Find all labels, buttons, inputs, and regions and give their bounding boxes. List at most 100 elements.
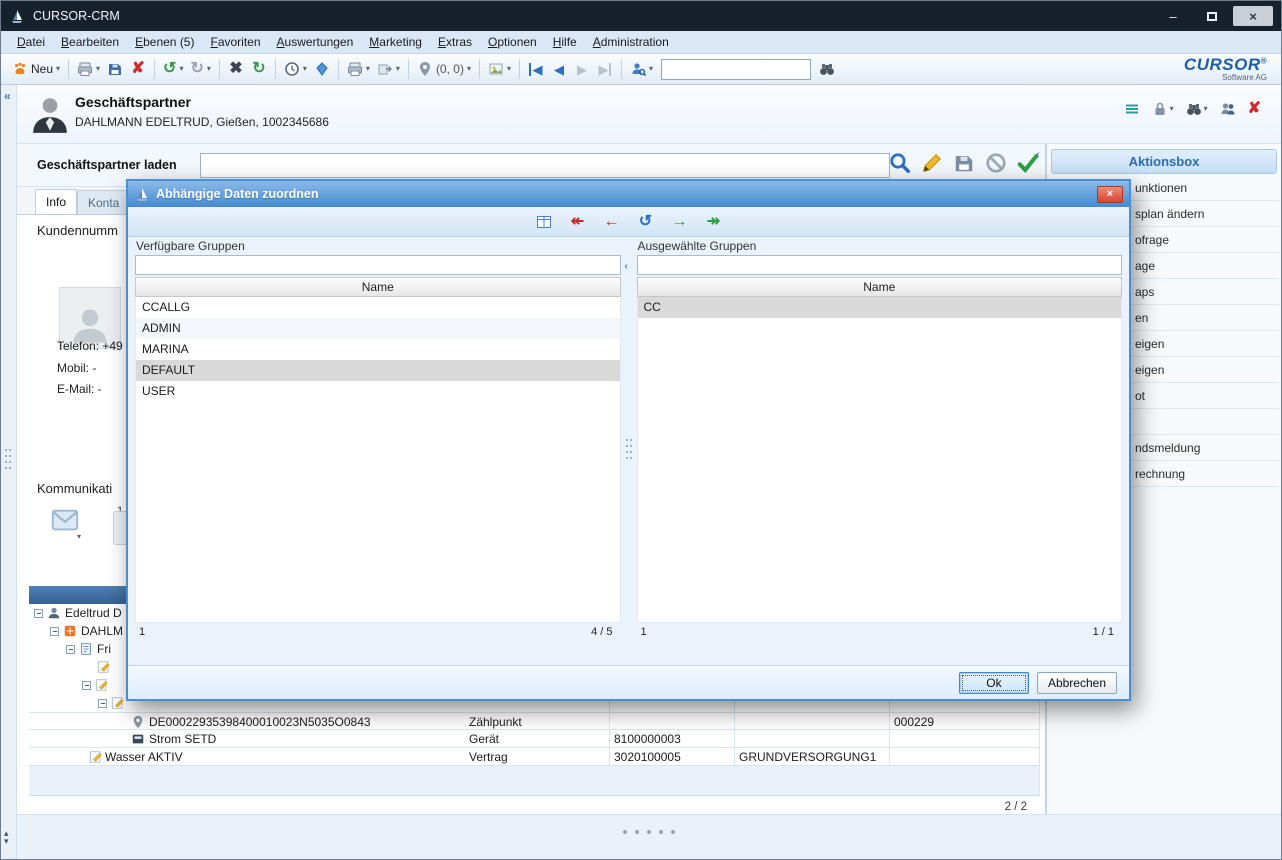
loader-input[interactable] [200,153,890,178]
collapse-icon[interactable] [82,681,91,690]
group-list-item[interactable]: MARINA [136,339,620,360]
menu-button[interactable] [1124,101,1140,117]
menu-hilfe[interactable]: Hilfe [545,32,585,52]
ok-button[interactable]: Ok [959,672,1029,694]
loader-edit-button[interactable] [921,152,943,174]
record-lock-button[interactable]: ▾ [1152,101,1174,117]
dropdown-caret-icon: ▾ [467,65,471,73]
assign-selected-button[interactable]: → [669,211,691,233]
minimize-button[interactable]: – [1155,6,1191,26]
print-button[interactable]: ▾ [74,57,103,81]
history-button[interactable]: ▾ [281,57,310,81]
export-button[interactable]: ▾ [374,57,403,81]
menu-bearbeiten[interactable]: Bearbeiten [53,32,127,52]
image-icon [488,61,504,77]
collapse-icon[interactable] [34,609,43,618]
record-search-button[interactable]: ▾ [1186,101,1208,117]
workflow-button[interactable] [311,57,333,81]
remove-all-button[interactable]: ↞ [567,211,589,233]
loader-cancel-button[interactable] [985,152,1007,174]
tree-row[interactable]: Fri [66,640,111,658]
redo-button[interactable]: ↻ ▾ [187,57,213,81]
app-window: CURSOR-CRM – × Datei Bearbeiten Ebenen (… [0,0,1282,860]
save-button[interactable] [104,57,126,81]
grid-row[interactable]: Strom SETD Gerät 8100000003 [29,730,1039,748]
menu-ebenen[interactable]: Ebenen (5) [127,32,202,52]
down-arrow-icon[interactable]: ▾ [4,837,9,845]
splitter-handle[interactable] [625,437,633,461]
loader-search-button[interactable] [889,152,911,174]
collapse-left-icon[interactable]: « [4,89,11,103]
grid-row[interactable]: DE00022935398400010023N5035O0843 Zählpun… [29,712,1039,730]
menu-marketing[interactable]: Marketing [361,32,430,52]
image-button[interactable]: ▾ [485,57,514,81]
person-search-button[interactable]: ▾ [627,57,656,81]
tree-row[interactable]: Edeltrud D [34,604,122,622]
name-column-header[interactable]: Name [637,277,1123,297]
assign-all-button[interactable]: ↠ [703,211,725,233]
name-column-header[interactable]: Name [135,277,621,297]
undo-button[interactable]: ↺ [635,211,657,233]
collapse-panel-icon[interactable]: ‹ [625,261,628,272]
menu-administration[interactable]: Administration [585,32,677,52]
group-list-item-selected[interactable]: DEFAULT [136,360,620,381]
collapse-panel-icon[interactable]: ‹ [1036,149,1040,161]
dialog-titlebar[interactable]: Abhängige Daten zuordnen × [128,181,1129,207]
no-entry-icon [985,152,1007,174]
undo-button[interactable]: ↺ ▾ [160,57,186,81]
delete-button[interactable]: ✘ [127,57,149,81]
close-button[interactable]: × [1233,6,1273,26]
group-list-item-selected[interactable]: CC [638,297,1122,318]
record-close-button[interactable]: ✘ [1248,101,1261,117]
email-action-button[interactable]: ▾ [47,505,83,538]
tree-row[interactable] [82,676,109,694]
menu-optionen[interactable]: Optionen [480,32,545,52]
available-groups-label: Verfügbare Gruppen [133,237,623,254]
loader-save-button[interactable] [953,152,975,174]
tree-row[interactable]: DAHLM [50,622,123,640]
refresh-button[interactable]: ↻ [248,57,270,81]
geo-button[interactable]: (0, 0) ▾ [414,57,474,81]
tree-row[interactable] [98,694,125,712]
menu-favoriten[interactable]: Favoriten [202,32,268,52]
rail-scroll-arrows[interactable]: ▴ ▾ [4,829,9,845]
new-button[interactable]: Neu ▾ [9,57,63,81]
collapse-icon[interactable] [98,699,107,708]
quick-search-input[interactable] [661,59,811,80]
find-button[interactable] [816,57,838,81]
contract-icon [97,660,111,674]
menu-datei[interactable]: Datei [9,32,53,52]
discard-button[interactable]: ✖ [225,57,247,81]
nav-next-button[interactable]: ▶ [571,57,593,81]
menu-extras[interactable]: Extras [430,32,480,52]
print-preview-button[interactable]: ▾ [344,57,373,81]
splitter-handle[interactable] [619,823,679,837]
grid-cell-type: Gerät [469,730,499,748]
tab-info[interactable]: Info [35,189,77,214]
grid-row[interactable]: Wasser AKTIV Vertrag 3020100005 GRUNDVER… [29,748,1039,766]
dialog-close-button[interactable]: × [1097,186,1123,203]
nav-first-button[interactable]: ◀ [525,57,547,81]
remove-selected-button[interactable]: ← [601,211,623,233]
dialog-panel-splitter[interactable]: ‹ [623,237,635,641]
left-collapse-rail[interactable]: « ▴ ▾ [1,85,17,859]
available-groups-list: CCALLG ADMIN MARINA DEFAULT USER [135,297,621,623]
tree-row[interactable] [97,658,111,676]
maximize-button[interactable] [1194,6,1230,26]
group-list-item[interactable]: CCALLG [136,297,620,318]
selected-groups-filter-input[interactable] [637,255,1123,275]
collapse-icon[interactable] [66,645,75,654]
nav-last-button[interactable]: ▶ [594,57,616,81]
collapse-icon[interactable] [50,627,59,636]
columns-button[interactable] [533,211,555,233]
group-list-item[interactable]: ADMIN [136,318,620,339]
menu-auswertungen[interactable]: Auswertungen [269,32,362,52]
group-list-item[interactable]: USER [136,381,620,402]
splitter-handle[interactable] [4,447,12,471]
partners-button[interactable] [1220,101,1236,117]
cancel-button[interactable]: Abbrechen [1037,672,1117,694]
nav-prev-button[interactable]: ◀ [548,57,570,81]
aktionsbox-header[interactable]: Aktionsbox [1051,149,1277,174]
bottom-splitter[interactable] [17,814,1281,859]
available-groups-filter-input[interactable] [135,255,621,275]
